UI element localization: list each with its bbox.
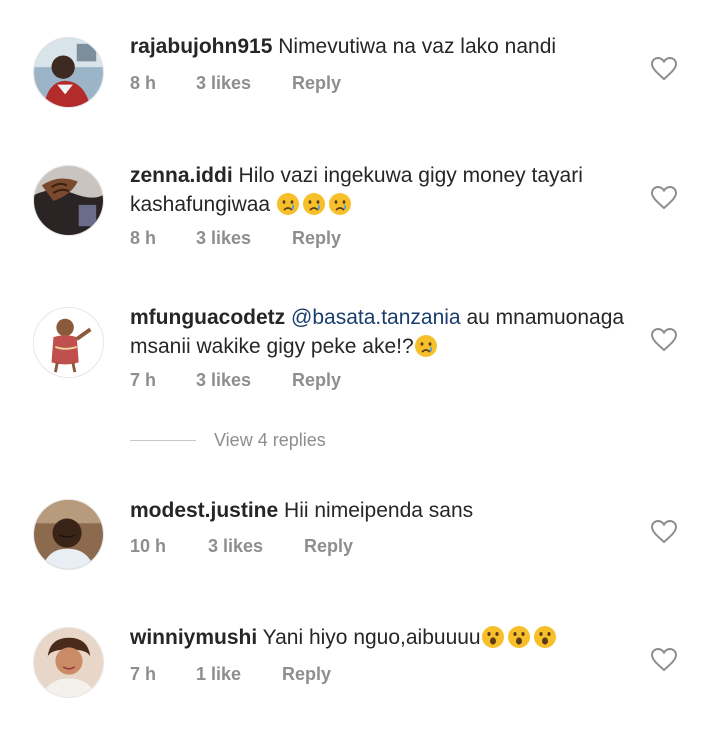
comment-username[interactable]: mfunguacodetz (130, 306, 285, 329)
heart-outline-icon[interactable] (651, 57, 677, 81)
reply-button[interactable]: Reply (304, 536, 353, 557)
comment-likes-count[interactable]: 3 likes (208, 536, 304, 557)
heart-outline-icon[interactable] (651, 328, 677, 352)
comment-time: 7 h (130, 664, 157, 684)
heart-outline-icon[interactable] (651, 520, 677, 544)
astonished-face-icon (533, 626, 559, 649)
replies-divider (130, 440, 196, 441)
crying-face-icon (414, 335, 440, 358)
comment-meta: 10 h 3 likes Reply (130, 536, 353, 557)
avatar[interactable] (33, 499, 104, 570)
avatar[interactable] (33, 627, 104, 698)
crying-face-icon (276, 193, 302, 216)
comment-time: 7 h (130, 370, 157, 390)
reply-button[interactable]: Reply (292, 228, 341, 249)
comment-meta: 7 h 1 like Reply (130, 664, 331, 685)
view-replies-button[interactable]: View 4 replies (130, 430, 326, 451)
comment-likes-count[interactable]: 3 likes (196, 370, 292, 391)
comment-username[interactable]: winniymushi (130, 626, 257, 649)
heart-outline-icon[interactable] (651, 186, 677, 210)
heart-outline-icon[interactable] (651, 648, 677, 672)
avatar[interactable] (33, 307, 104, 378)
comment-likes-count[interactable]: 3 likes (196, 228, 292, 249)
comment-username[interactable]: zenna.iddi (130, 164, 233, 187)
comment-text: winniymushi Yani hiyo nguo,aibuuuu (130, 623, 630, 652)
reply-button[interactable]: Reply (292, 73, 341, 94)
comment-text: zenna.iddi Hilo vazi ingekuwa gigy money… (130, 161, 630, 219)
view-replies-label[interactable]: View 4 replies (214, 430, 326, 451)
comment-text: modest.justine Hii nimeipenda sans (130, 496, 630, 525)
crying-face-icon (328, 193, 354, 216)
comment-meta: 8 h 3 likes Reply (130, 73, 341, 94)
mention-link[interactable]: @basata.tanzania (291, 306, 461, 329)
avatar[interactable] (33, 165, 104, 236)
reply-button[interactable]: Reply (292, 370, 341, 391)
comment-text: mfunguacodetz @basata.tanzania au mnamuo… (130, 303, 630, 361)
comment-likes-count[interactable]: 3 likes (196, 73, 292, 94)
comment-username[interactable]: modest.justine (130, 499, 278, 522)
astonished-face-icon (507, 626, 533, 649)
comment-time: 8 h (130, 73, 157, 93)
comment-meta: 7 h 3 likes Reply (130, 370, 341, 391)
comment-time: 10 h (130, 536, 167, 556)
comment-message: Nimevutiwa na vaz lako nandi (278, 35, 557, 58)
comment-text: rajabujohn915 Nimevutiwa na vaz lako nan… (130, 32, 630, 61)
comment-message: Hii nimeipenda sans (284, 499, 474, 522)
comment-time: 8 h (130, 228, 157, 248)
comment-likes-count[interactable]: 1 like (196, 664, 282, 685)
astonished-face-icon (481, 626, 507, 649)
comment-message: Yani hiyo nguo,aibuuuu (262, 626, 481, 649)
comment-username[interactable]: rajabujohn915 (130, 35, 272, 58)
comment-meta: 8 h 3 likes Reply (130, 228, 341, 249)
crying-face-icon (302, 193, 328, 216)
avatar[interactable] (33, 37, 104, 108)
reply-button[interactable]: Reply (282, 664, 331, 685)
